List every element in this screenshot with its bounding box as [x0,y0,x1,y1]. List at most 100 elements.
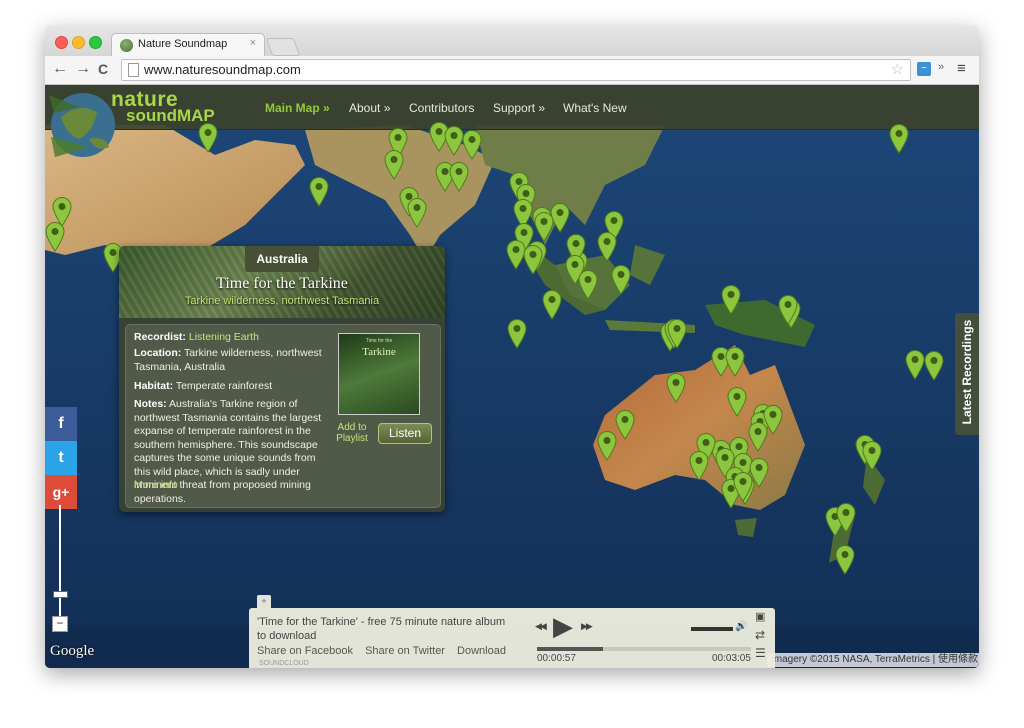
map-pin-icon[interactable] [748,422,768,452]
elapsed-time: 00:00:57 [537,653,576,664]
listen-button[interactable]: Listen [378,423,432,444]
map-pin-icon[interactable] [597,431,617,461]
album-cover-subtitle: Time for the [365,338,393,344]
habitat-label: Habitat: [134,380,174,392]
rewind-icon[interactable]: ◀◀ [535,621,547,632]
map-pin-icon[interactable] [905,350,925,380]
track-title: 'Time for the Tarkine' - free 75 minute … [257,616,506,642]
map-pin-icon[interactable] [615,410,635,440]
map-pin-icon[interactable] [689,451,709,481]
tab-nature-soundmap[interactable]: Nature Soundmap × [111,33,265,57]
soundcloud-logo: SOUNDCLOUD [259,660,309,667]
map-pin-icon[interactable] [597,232,617,262]
facebook-share-button[interactable]: f [45,407,77,441]
map-pin-icon[interactable] [534,212,554,242]
region-tab[interactable]: Australia [245,246,319,272]
album-cover-title: Tarkine [362,346,396,358]
map-pin-icon[interactable] [725,347,745,377]
map-pin-icon[interactable] [862,441,882,471]
popout-window-icon[interactable]: ▣ [755,610,765,623]
share-facebook-link[interactable]: Share on Facebook [257,645,353,657]
address-bar[interactable]: www.naturesoundmap.com ☆ [121,59,911,81]
recording-details: Recordist: Listening Earth Location: Tar… [125,324,441,508]
googleplus-share-button[interactable]: g+ [45,475,77,509]
map-copyright[interactable]: Imagery ©2015 NASA, TerraMetrics | 使用條款 [767,653,979,667]
close-window-button[interactable] [55,36,68,49]
latest-recordings-tab[interactable]: Latest Recordings [955,313,979,435]
map-pin-icon[interactable] [407,198,427,228]
globe-favicon-icon [120,39,133,52]
zoom-slider-handle[interactable] [53,591,68,598]
tab-bar: Nature Soundmap × [45,26,979,57]
total-duration: 00:03:05 [712,653,751,664]
twitter-icon: t [58,449,64,466]
location-line: Location: Tarkine wilderness, northwest … [134,347,330,374]
zoom-window-button[interactable] [89,36,102,49]
reload-icon[interactable]: C [98,60,108,78]
map-pin-icon[interactable] [198,123,218,153]
audio-player: 'Time for the Tarkine' - free 75 minute … [249,608,775,668]
tab-title: Nature Soundmap [138,38,228,50]
latest-recordings-label: Latest Recordings [960,319,974,425]
map-pin-icon[interactable] [449,162,469,192]
download-link[interactable]: Download [457,645,506,657]
back-arrow-icon[interactable]: ← [52,60,68,78]
map-pin-icon[interactable] [666,373,686,403]
recording-info-panel: Australia Time for the Tarkine Tarkine w… [119,246,445,512]
url-text[interactable]: www.naturesoundmap.com [144,62,301,77]
playlist-icon[interactable]: ☰ [755,646,766,660]
recordist-link[interactable]: Listening Earth [189,331,259,343]
player-expand-button[interactable]: + [257,595,271,608]
extension-chart-icon[interactable]: ~ [917,62,931,76]
map-pin-icon[interactable] [462,130,482,160]
map-pin-icon[interactable] [444,126,464,156]
map-pin-icon[interactable] [578,270,598,300]
recordist-line: Recordist: Listening Earth [134,331,330,345]
map-pin-icon[interactable] [506,240,526,270]
album-cover[interactable]: Time for the Tarkine [338,333,420,415]
notes-label: Notes: [134,398,167,410]
map-pin-icon[interactable] [889,124,909,154]
new-tab-button[interactable] [265,38,301,56]
zoom-out-button[interactable]: − [52,616,68,632]
habitat-line: Habitat: Temperate rainforest [134,380,330,394]
share-twitter-link[interactable]: Share on Twitter [365,645,445,657]
map-pin-icon[interactable] [45,222,65,252]
map-pin-icon[interactable] [309,177,329,207]
extensions-overflow-icon[interactable]: » [938,61,944,73]
map-pin-icon[interactable] [523,245,543,275]
google-logo: Google [50,643,95,659]
twitter-share-button[interactable]: t [45,441,77,475]
more-info-link[interactable]: More info [134,479,178,491]
map-pin-icon[interactable] [835,545,855,575]
map-pin-icon[interactable] [384,150,404,180]
map-pin-icon[interactable] [507,319,527,349]
map-pin-icon[interactable] [721,285,741,315]
minimize-window-button[interactable] [72,36,85,49]
recordist-label: Recordist: [134,331,186,343]
browser-menu-icon[interactable]: ≡ [957,60,966,77]
volume-slider[interactable] [691,627,733,631]
map-pin-icon[interactable] [611,265,631,295]
map-pin-icon[interactable] [52,197,72,227]
soundmap-page: nature soundMAP Main Map » About » Contr… [45,85,979,668]
tab-close-icon[interactable]: × [250,37,256,49]
map-pin-icon[interactable] [727,387,747,417]
player-links: Share on Facebook Share on Twitter Downl… [257,645,515,657]
recording-title: Time for the Tarkine [216,275,348,292]
page-icon [128,63,139,77]
fast-forward-icon[interactable]: ▶▶ [581,621,593,632]
location-label: Location: [134,347,182,359]
volume-icon[interactable]: 🔊 [735,621,747,632]
browser-window: Nature Soundmap × ← → C www.naturesoundm… [45,26,979,668]
map-pin-icon[interactable] [924,351,944,381]
play-icon[interactable]: ▶ [553,611,573,642]
forward-arrow-icon[interactable]: → [75,60,91,78]
map-pin-icon[interactable] [542,290,562,320]
facebook-icon: f [58,415,64,432]
map-pin-icon[interactable] [550,203,570,233]
shuffle-icon[interactable]: ⇄ [755,628,765,642]
add-to-playlist-link[interactable]: Add to Playlist [328,422,376,444]
zoom-slider-track[interactable] [59,505,61,618]
bookmark-star-icon[interactable]: ☆ [891,60,904,78]
